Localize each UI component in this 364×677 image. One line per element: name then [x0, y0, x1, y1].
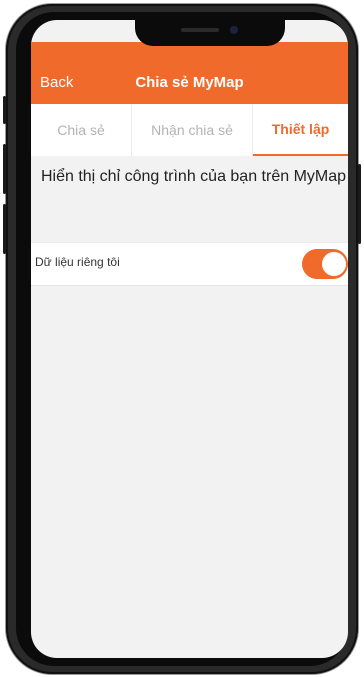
app-header: Back Chia sẻ MyMap	[31, 42, 348, 104]
phone-power-button	[358, 164, 361, 244]
tab-settings[interactable]: Thiết lập	[253, 104, 348, 156]
tab-share[interactable]: Chia sẻ	[31, 104, 132, 156]
phone-side-button	[3, 96, 6, 124]
setting-label: Dữ liệu riêng tôi	[35, 255, 120, 269]
tab-received-shares[interactable]: Nhận chia sẻ	[132, 104, 253, 156]
private-data-toggle[interactable]	[302, 249, 348, 279]
setting-row-private-data: Dữ liệu riêng tôi	[31, 242, 348, 286]
front-camera-icon	[230, 26, 238, 34]
settings-description: Hiển thị chỉ công trình của bạn trên MyM…	[40, 168, 347, 185]
page-title: Chia sẻ MyMap	[135, 74, 244, 91]
phone-notch	[135, 20, 285, 46]
speaker-grille	[181, 28, 219, 32]
app-screen: Back Chia sẻ MyMap Chia sẻ Nhận chia sẻ …	[31, 20, 348, 658]
phone-volume-up-button	[3, 144, 6, 194]
phone-volume-down-button	[3, 204, 6, 254]
toggle-knob	[322, 252, 346, 276]
tab-bar: Chia sẻ Nhận chia sẻ Thiết lập	[31, 104, 348, 156]
